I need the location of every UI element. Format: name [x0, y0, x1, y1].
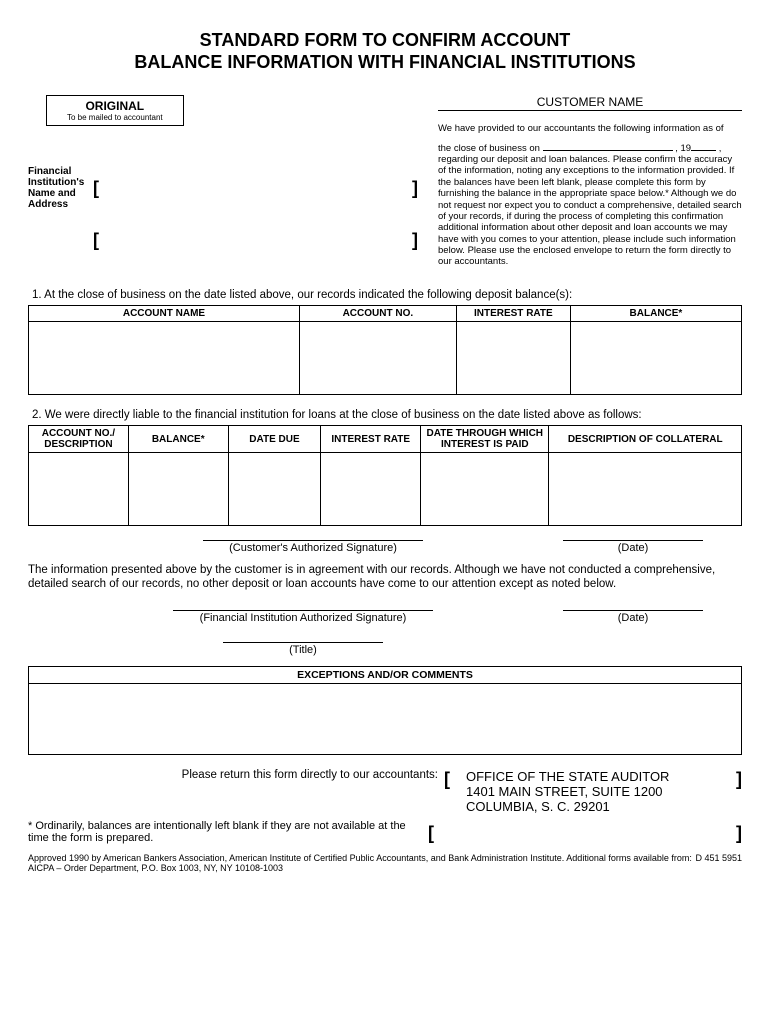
top-section: ORIGINAL To be mailed to accountant Fina… — [28, 95, 742, 271]
bracket-close-icon: ] — [736, 769, 742, 790]
bracket-close-icon: ] — [412, 178, 418, 199]
form-page: STANDARD FORM TO CONFIRM ACCOUNT BALANCE… — [0, 0, 770, 894]
col-account-desc: ACCOUNT NO./ DESCRIPTION — [29, 426, 129, 453]
customer-signature-label[interactable]: (Customer's Authorized Signature) — [203, 540, 423, 554]
table-header-row: ACCOUNT NAME ACCOUNT NO. INTEREST RATE B… — [29, 306, 742, 322]
bracket-close-icon: ] — [736, 823, 742, 844]
section-1-intro: 1. At the close of business on the date … — [28, 289, 742, 301]
form-title: STANDARD FORM TO CONFIRM ACCOUNT BALANCE… — [28, 30, 742, 73]
left-column: ORIGINAL To be mailed to accountant Fina… — [28, 95, 438, 271]
col-interest-paid: DATE THROUGH WHICH INTEREST IS PAID — [421, 426, 549, 453]
address-line-3: COLUMBIA, S. C. 29201 — [466, 799, 736, 814]
return-section: Please return this form directly to our … — [28, 769, 742, 814]
title-line-1: STANDARD FORM TO CONFIRM ACCOUNT — [28, 30, 742, 52]
footnote: * Ordinarily, balances are intentionally… — [28, 820, 428, 844]
customer-date-label[interactable]: (Date) — [563, 540, 703, 554]
original-label: ORIGINAL — [67, 99, 163, 113]
intro-text: We have provided to our accountants the … — [438, 123, 742, 268]
intro-date-prefix: the close of business on — [438, 143, 540, 154]
bracket-open-icon: [ — [93, 178, 99, 199]
table-row[interactable] — [29, 453, 742, 526]
bracket-open-icon: [ — [93, 230, 99, 251]
fin-inst-row-1: Financial Institution's Name and Address… — [28, 166, 418, 210]
return-address: OFFICE OF THE STATE AUDITOR 1401 MAIN ST… — [450, 769, 736, 814]
institution-signature-section: (Financial Institution Authorized Signat… — [28, 610, 742, 656]
col-interest-rate: INTEREST RATE — [321, 426, 421, 453]
section-2-intro: 2. We were directly liable to the financ… — [28, 409, 742, 421]
bracket-close-icon: ] — [412, 230, 418, 251]
col-balance: BALANCE* — [128, 426, 228, 453]
right-column: CUSTOMER NAME We have provided to our ac… — [438, 95, 742, 271]
loan-table: ACCOUNT NO./ DESCRIPTION BALANCE* DATE D… — [28, 425, 742, 526]
col-interest-rate: INTEREST RATE — [456, 306, 570, 322]
title-label[interactable]: (Title) — [223, 642, 383, 656]
intro-body: regarding our deposit and loan balances.… — [438, 154, 742, 268]
address-line-2: 1401 MAIN STREET, SUITE 1200 — [466, 784, 736, 799]
fin-inst-label: Financial Institution's Name and Address — [28, 166, 93, 210]
col-collateral: DESCRIPTION OF COLLATERAL — [549, 426, 742, 453]
return-label: Please return this form directly to our … — [28, 769, 444, 814]
original-sublabel: To be mailed to accountant — [67, 113, 163, 122]
col-balance: BALANCE* — [570, 306, 741, 322]
fin-inst-row-2: [ ] — [28, 230, 418, 251]
institution-signature-label[interactable]: (Financial Institution Authorized Signat… — [173, 610, 433, 624]
bottom-note: D 451 5951 Approved 1990 by American Ban… — [28, 854, 742, 874]
customer-name-label: CUSTOMER NAME — [438, 95, 742, 111]
original-box: ORIGINAL To be mailed to accountant — [46, 95, 184, 126]
table-header-row: ACCOUNT NO./ DESCRIPTION BALANCE* DATE D… — [29, 426, 742, 453]
exceptions-header: EXCEPTIONS AND/OR COMMENTS — [28, 666, 742, 683]
year-field[interactable] — [691, 150, 716, 151]
institution-date-label[interactable]: (Date) — [563, 610, 703, 624]
accountant-field-2[interactable] — [434, 823, 736, 844]
agreement-text: The information presented above by the c… — [28, 564, 742, 592]
close-date-field[interactable] — [543, 150, 673, 151]
table-row[interactable] — [29, 322, 742, 395]
intro-line-1: We have provided to our accountants the … — [438, 123, 742, 134]
col-date-due: DATE DUE — [228, 426, 321, 453]
customer-signature-section: (Customer's Authorized Signature) (Date) — [28, 540, 742, 554]
form-id: D 451 5951 — [695, 854, 742, 864]
intro-year-prefix: , 19 — [675, 143, 691, 154]
deposit-table: ACCOUNT NAME ACCOUNT NO. INTEREST RATE B… — [28, 305, 742, 395]
address-line-1: OFFICE OF THE STATE AUDITOR — [466, 769, 736, 784]
col-account-no: ACCOUNT NO. — [299, 306, 456, 322]
title-line-2: BALANCE INFORMATION WITH FINANCIAL INSTI… — [28, 52, 742, 74]
exceptions-field[interactable] — [28, 683, 742, 755]
col-account-name: ACCOUNT NAME — [29, 306, 300, 322]
